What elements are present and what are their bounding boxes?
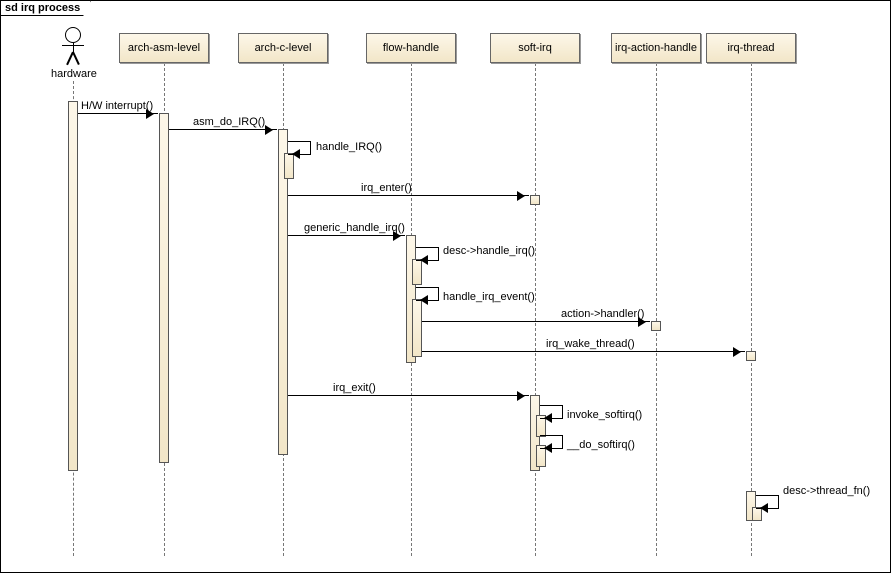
actor-label: hardware — [51, 68, 95, 80]
self-m12 — [540, 435, 563, 449]
arrow-m5 — [288, 235, 405, 236]
self-m11 — [540, 405, 563, 419]
arrow-m4 — [288, 195, 529, 196]
msg-irq-enter: irq_enter() — [361, 182, 412, 194]
activation-hardware — [68, 101, 78, 471]
activation-thread-wake — [746, 351, 756, 361]
msg-asm-do-irq: asm_do_IRQ() — [193, 116, 265, 128]
activation-action — [651, 321, 661, 331]
activation-soft-enter — [530, 195, 540, 205]
actor-hardware: hardware — [51, 27, 95, 80]
msg-irq-exit: irq_exit() — [333, 382, 376, 394]
msg-invoke-softirq: invoke_softirq() — [567, 409, 642, 421]
msg-handle-irq-event: handle_irq_event() — [443, 291, 535, 303]
arrow-m9 — [422, 351, 745, 352]
participant-asm: arch-asm-level — [119, 33, 209, 63]
participant-soft: soft-irq — [490, 33, 580, 63]
arrow-m1 — [78, 113, 158, 114]
self-m6 — [416, 247, 439, 261]
lifeline-thread — [751, 63, 752, 556]
lifeline-soft — [535, 63, 536, 556]
lifeline-action — [656, 63, 657, 556]
activation-flow-self2 — [412, 299, 422, 357]
msg-desc-handle-irq: desc->handle_irq() — [443, 245, 535, 257]
msg-generic-handle-irq: generic_handle_irq() — [304, 222, 405, 234]
msg-irq-wake-thread: irq_wake_thread() — [546, 338, 635, 350]
arrow-m2 — [169, 129, 277, 130]
msg-action-handler: action->handler() — [561, 308, 644, 320]
self-m7 — [416, 287, 439, 301]
msg-thread-fn: desc->thread_fn() — [783, 485, 870, 497]
arrow-m10 — [288, 395, 529, 396]
msg-hw-interrupt: H/W interrupt() — [81, 100, 153, 112]
frame-title: sd irq process — [0, 0, 91, 16]
msg-do-softirq: __do_softirq() — [567, 439, 635, 451]
participant-flow: flow-handle — [366, 33, 456, 63]
participant-c: arch-c-level — [238, 33, 328, 63]
self-m3 — [288, 141, 311, 155]
arrow-m8 — [422, 321, 650, 322]
msg-handle-irq: handle_IRQ() — [316, 141, 382, 153]
sequence-frame: sd irq process hardware arch-asm-level a… — [0, 0, 891, 573]
participant-action: irq-action-handle — [611, 33, 701, 63]
participant-thread: irq-thread — [706, 33, 796, 63]
activation-asm — [159, 113, 169, 463]
self-m13 — [756, 495, 779, 509]
